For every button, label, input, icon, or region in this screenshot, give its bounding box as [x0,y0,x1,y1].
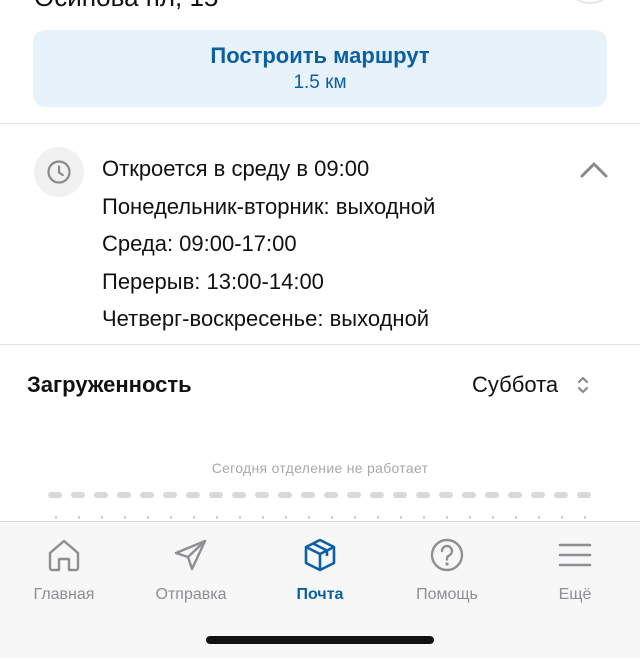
clock-icon [34,147,84,197]
hours-line: Понедельник-вторник: выходной [102,193,436,219]
selected-day: Суббота [472,372,559,397]
day-selector[interactable]: Суббота [472,372,590,398]
home-indicator[interactable] [206,636,434,644]
office-address: Осинова пл, 15 [34,0,218,13]
up-down-icon [578,376,589,394]
chevron-up-icon[interactable] [578,158,610,182]
hours-line: Среда: 09:00-17:00 [102,231,297,256]
tab-more-label: Ещё [558,586,592,603]
tab-home[interactable]: Главная [9,536,119,616]
help-icon [430,538,464,572]
menu-icon [558,543,592,567]
working-hours: Откроется в среду в 09:00 Понедельник-вт… [102,150,435,338]
opening-status: Откроется в среду в 09:00 [102,156,370,181]
hours-line: Четверг-воскресенье: выходной [102,306,430,331]
tab-home-label: Главная [33,586,95,603]
divider [0,344,640,345]
closed-notice: Сегодня отделение не работает [211,460,429,476]
share-button[interactable] [568,0,612,4]
tab-help[interactable]: Помощь [392,536,502,616]
build-route-label: Построить маршрут [210,42,430,68]
tab-send[interactable]: Отправка [136,536,246,616]
tab-mail-label: Почта [296,586,344,603]
build-route-button[interactable]: Построить маршрут 1.5 км [33,30,607,107]
load-title: Загруженность [27,372,192,397]
hours-line: Перерыв: 13:00-14:00 [102,268,324,294]
route-distance: 1.5 км [293,71,347,93]
paper-plane-icon [174,539,207,571]
package-icon [304,538,336,572]
divider [0,123,640,124]
tab-help-label: Помощь [416,586,478,603]
load-chart-placeholder [48,492,596,498]
tab-more[interactable]: Ещё [520,536,630,616]
tab-send-label: Отправка [155,586,227,603]
tab-mail[interactable]: Почта [265,536,375,616]
home-icon [48,539,80,572]
